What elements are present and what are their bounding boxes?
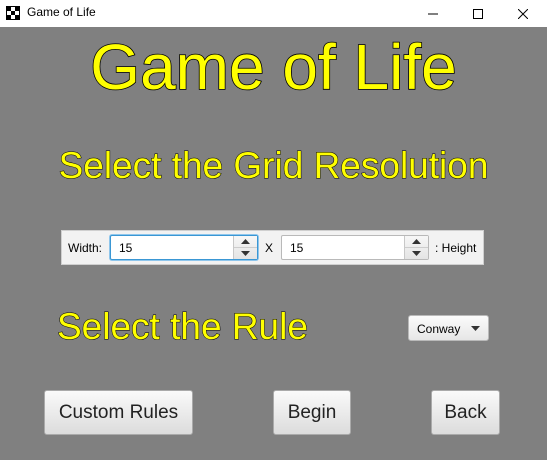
height-label: : Height xyxy=(435,241,477,255)
height-increment-button[interactable] xyxy=(405,236,428,248)
game-of-life-grid-icon xyxy=(6,6,20,20)
custom-rules-button[interactable]: Custom Rules xyxy=(44,390,193,435)
width-spinner-arrows xyxy=(233,236,257,259)
minimize-icon xyxy=(428,13,438,14)
height-spinner-arrows xyxy=(404,236,428,259)
height-input[interactable] xyxy=(282,236,404,259)
width-input[interactable] xyxy=(111,236,233,259)
close-button[interactable] xyxy=(500,0,546,27)
grid-resolution-heading: Select the Grid Resolution xyxy=(58,145,489,187)
rule-heading: Select the Rule xyxy=(57,306,309,348)
title-bar: Game of Life xyxy=(0,0,547,27)
maximize-icon xyxy=(473,8,483,19)
rule-dropdown[interactable]: Conway xyxy=(408,315,489,341)
resolution-separator: X xyxy=(265,241,274,255)
width-label: Width: xyxy=(68,241,103,255)
page-title: Game of Life xyxy=(89,30,457,104)
chevron-up-icon xyxy=(241,239,250,244)
chevron-up-icon xyxy=(412,239,421,244)
chevron-down-icon xyxy=(241,251,250,256)
height-decrement-button[interactable] xyxy=(405,248,428,259)
width-spinner[interactable] xyxy=(110,235,258,260)
window-title: Game of Life xyxy=(27,5,96,19)
maximize-button[interactable] xyxy=(455,0,501,27)
grid-resolution-panel: Width: X : xyxy=(61,230,484,265)
width-decrement-button[interactable] xyxy=(234,248,257,259)
back-button[interactable]: Back xyxy=(431,390,500,435)
width-increment-button[interactable] xyxy=(234,236,257,248)
game-of-life-window: Game of Life Game of Life Select the Gri… xyxy=(0,0,547,460)
begin-button[interactable]: Begin xyxy=(273,390,351,435)
height-spinner[interactable] xyxy=(281,235,429,260)
chevron-down-icon xyxy=(471,326,480,331)
chevron-down-icon xyxy=(412,251,421,256)
minimize-button[interactable] xyxy=(410,0,456,27)
close-icon xyxy=(518,8,528,19)
rule-dropdown-value: Conway xyxy=(417,322,461,336)
